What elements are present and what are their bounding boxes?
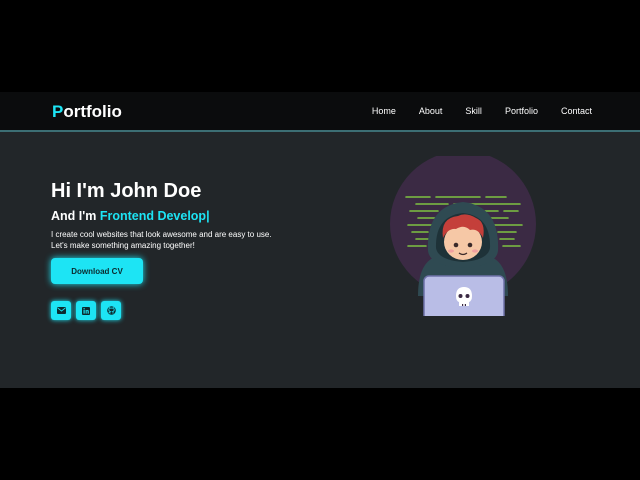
hero-title: Hi I'm John Doe: [51, 180, 202, 202]
social-links: [51, 301, 126, 320]
right-eye: [467, 242, 473, 248]
main-nav: Home About Skill Portfolio Contact: [349, 106, 592, 116]
logo-text: ortfolio: [63, 102, 122, 121]
hero-description: I create cool websites that look awesome…: [51, 230, 272, 250]
hero-subtitle: And I'm Frontend Develop|: [51, 209, 210, 223]
mail-icon[interactable]: [51, 301, 71, 320]
left-eye: [453, 242, 459, 248]
github-icon[interactable]: [101, 301, 121, 320]
download-cv-button[interactable]: Download CV: [51, 258, 143, 284]
subtitle-prefix: And I'm: [51, 209, 100, 223]
navbar: Portfolio Home About Skill Portfolio Con…: [0, 92, 640, 132]
logo-initial: P: [52, 102, 64, 121]
nav-about[interactable]: About: [419, 106, 443, 116]
linkedin-icon[interactable]: [76, 301, 96, 320]
logo[interactable]: Portfolio: [52, 102, 122, 122]
page: Portfolio Home About Skill Portfolio Con…: [0, 92, 640, 388]
typed-role: Frontend Develop|: [99, 209, 210, 223]
hacker-illustration: [390, 156, 536, 316]
nav-portfolio[interactable]: Portfolio: [505, 106, 538, 116]
nav-skill[interactable]: Skill: [465, 106, 482, 116]
nav-home[interactable]: Home: [372, 106, 396, 116]
nav-contact[interactable]: Contact: [561, 106, 592, 116]
